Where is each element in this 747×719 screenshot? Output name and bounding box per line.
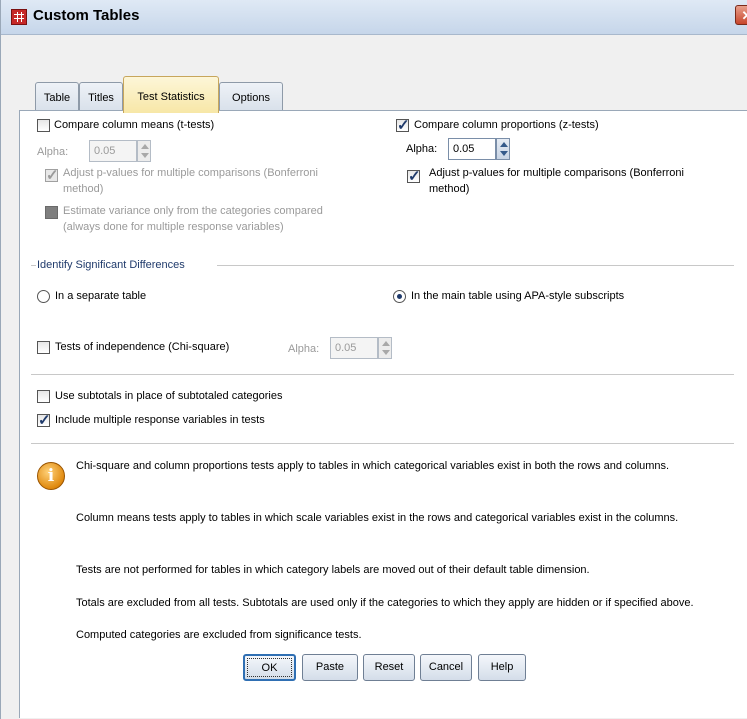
estimate-variance-label-line1: Estimate variance only from the categori… [63, 205, 323, 217]
radio-separate-table[interactable] [37, 290, 50, 303]
close-icon[interactable]: ✕ [735, 5, 747, 25]
table-app-icon [11, 9, 27, 25]
means-adjust-checkbox[interactable] [45, 166, 59, 184]
props-alpha-label: Alpha: [406, 143, 438, 155]
tab-table[interactable]: Table [35, 82, 79, 112]
info-text-1: Chi-square and column proportions tests … [76, 460, 670, 472]
separator [31, 374, 734, 375]
estimate-variance-label-line2: (always done for multiple response varia… [63, 221, 284, 233]
spin-down-icon [141, 153, 149, 158]
means-alpha-input[interactable]: 0.05 [89, 140, 137, 162]
means-adjust-label-line1: Adjust p-values for multiple comparisons… [63, 167, 318, 179]
spin-down-icon [500, 151, 508, 156]
means-alpha-spinner[interactable] [137, 140, 151, 162]
means-adjust-label-line2: method) [63, 183, 104, 195]
ok-button[interactable]: OK [243, 654, 296, 681]
props-adjust-checkbox[interactable] [407, 167, 421, 185]
subtotals-label: Use subtotals in place of subtotaled cat… [55, 390, 283, 402]
spin-up-icon [141, 144, 149, 149]
separate-table-label: In a separate table [55, 290, 147, 302]
tab-titles[interactable]: Titles [79, 82, 123, 112]
chisquare-alpha-input[interactable]: 0.05 [330, 337, 378, 359]
subtotals-checkbox[interactable] [37, 390, 50, 403]
props-adjust-label-line2: method) [429, 183, 470, 195]
spin-down-icon [382, 350, 390, 355]
props-adjust-label-line1: Adjust p-values for multiple comparisons… [429, 167, 684, 179]
chisquare-checkbox[interactable] [37, 341, 50, 354]
group-divider [217, 265, 734, 266]
props-alpha-input[interactable]: 0.05 [448, 138, 496, 160]
estimate-variance-checkbox[interactable] [45, 206, 58, 219]
tab-test-statistics[interactable]: Test Statistics [123, 76, 219, 113]
compare-means-checkbox[interactable] [37, 119, 50, 132]
info-icon: i [37, 462, 65, 490]
compare-props-checkbox[interactable] [396, 116, 410, 134]
spin-up-icon [382, 341, 390, 346]
chisquare-label: Tests of independence (Chi-square) [55, 341, 230, 353]
cancel-button[interactable]: Cancel [420, 654, 472, 681]
props-alpha-spinner[interactable] [496, 138, 510, 160]
tab-options[interactable]: Options [219, 82, 283, 112]
reset-button[interactable]: Reset [363, 654, 415, 681]
spin-up-icon [500, 142, 508, 147]
radio-main-table-apa[interactable] [393, 290, 406, 303]
paste-button[interactable]: Paste [302, 654, 358, 681]
info-text-2: Column means tests apply to tables in wh… [76, 512, 679, 524]
chisquare-alpha-spinner[interactable] [378, 337, 392, 359]
means-alpha-label: Alpha: [37, 146, 69, 158]
custom-tables-dialog: Custom Tables ✕ Table Titles Test Statis… [0, 0, 747, 719]
title-bar: Custom Tables ✕ [1, 0, 747, 35]
identify-legend: Identify Significant Differences [37, 259, 185, 271]
info-text-4: Totals are excluded from all tests. Subt… [76, 597, 694, 609]
help-button[interactable]: Help [478, 654, 526, 681]
compare-means-label: Compare column means (t-tests) [54, 119, 215, 131]
multiple-response-label: Include multiple response variables in t… [55, 414, 265, 426]
multiple-response-checkbox[interactable] [37, 411, 51, 429]
group-divider [31, 265, 36, 266]
chisquare-alpha-label: Alpha: [288, 343, 320, 355]
window-title: Custom Tables [33, 7, 140, 24]
separator [31, 443, 734, 444]
main-table-apa-label: In the main table using APA-style subscr… [411, 290, 625, 302]
info-text-3: Tests are not performed for tables in wh… [76, 564, 590, 576]
info-text-5: Computed categories are excluded from si… [76, 629, 362, 641]
compare-props-label: Compare column proportions (z-tests) [414, 119, 599, 131]
